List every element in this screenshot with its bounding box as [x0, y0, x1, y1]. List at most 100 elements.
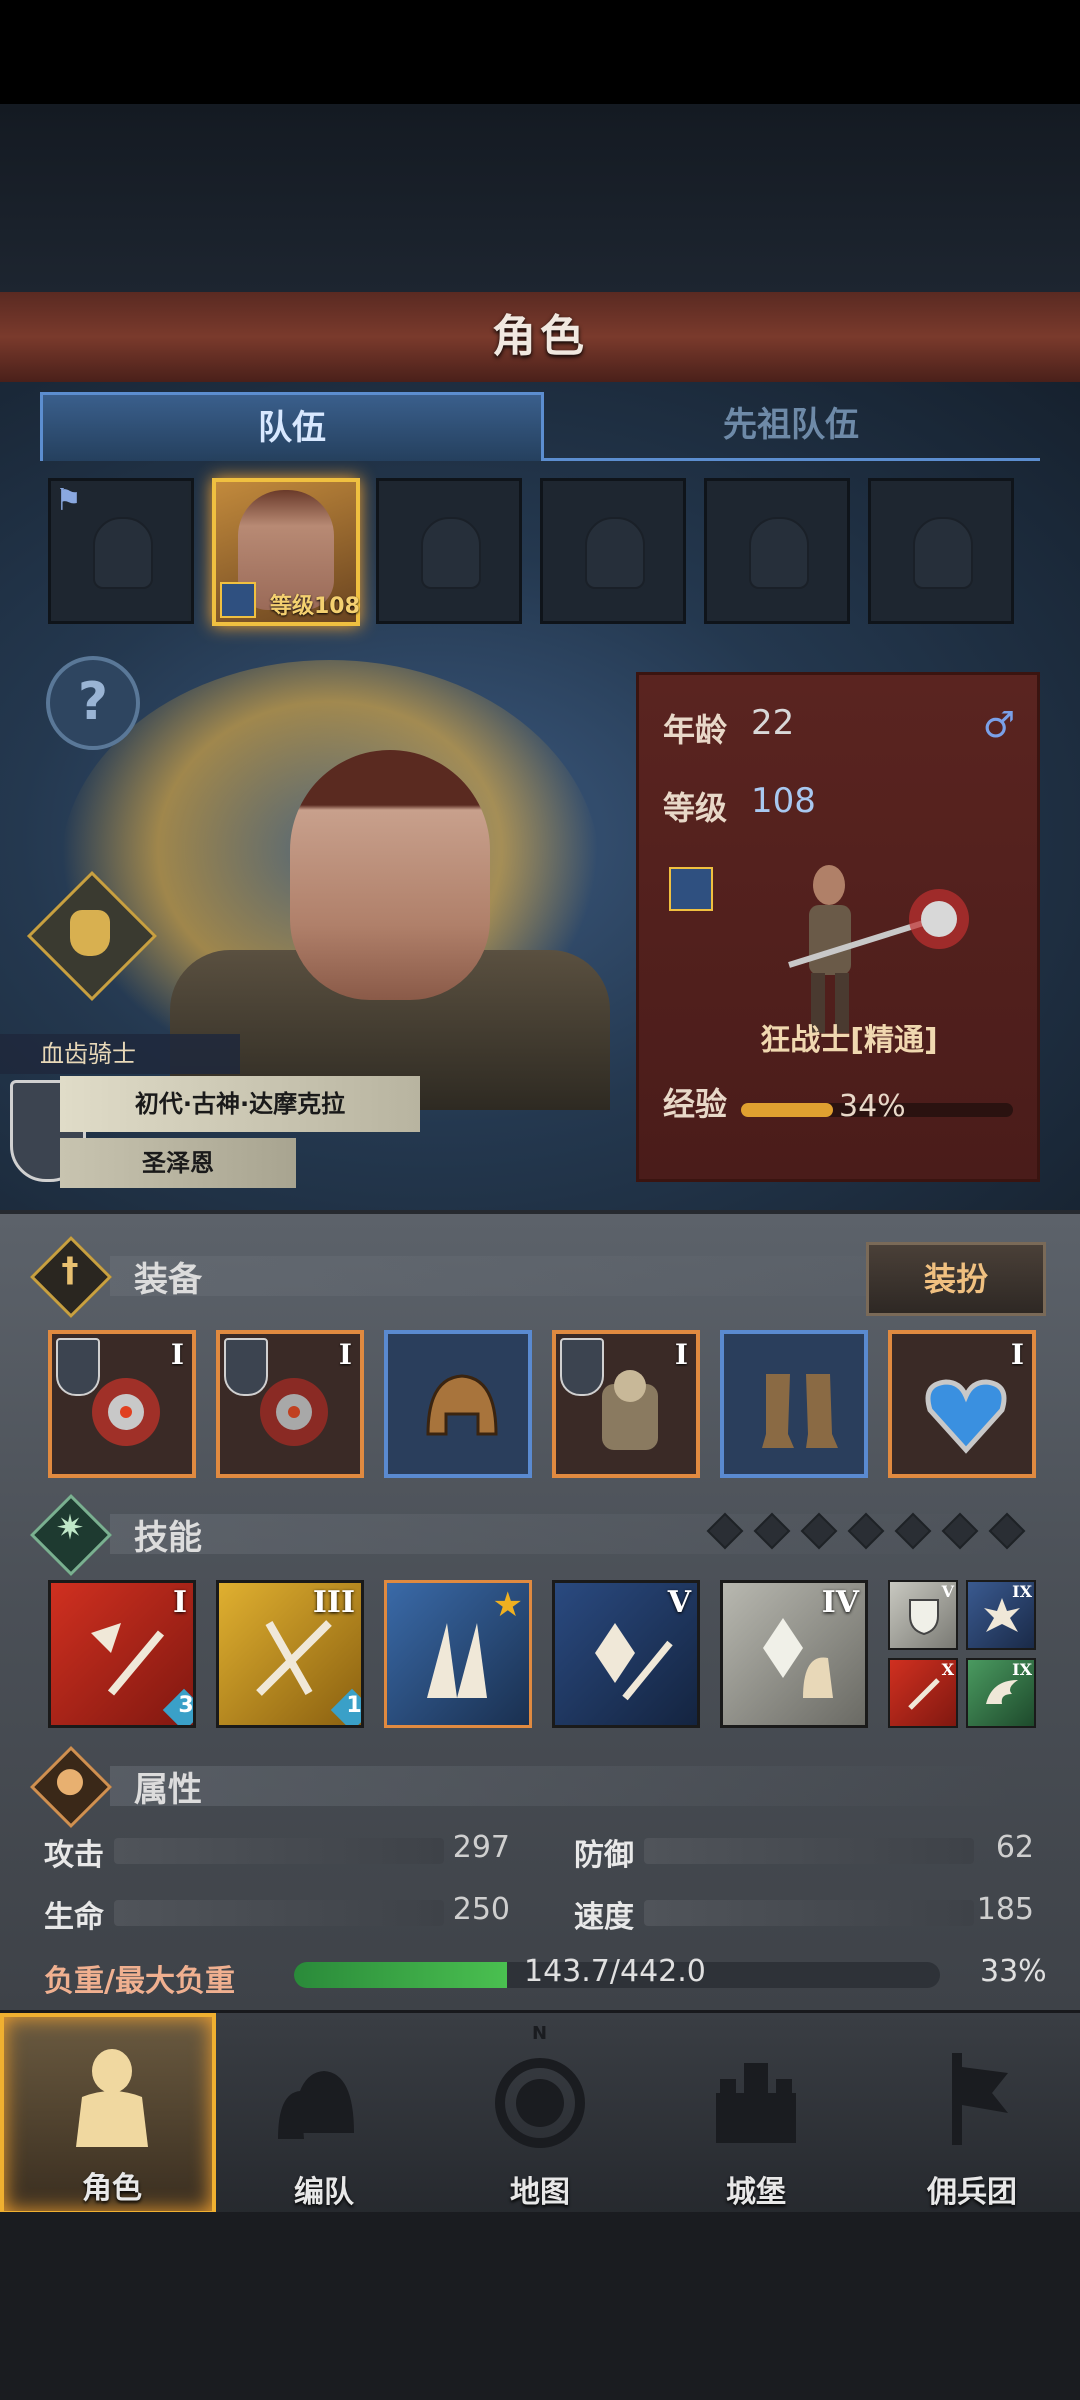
- male-icon: ♂: [982, 705, 1015, 746]
- item-tier: I: [1010, 1338, 1024, 1371]
- tab-team[interactable]: 队伍: [40, 392, 544, 461]
- guild-shield-icon: [224, 1338, 268, 1396]
- leather-helmet-icon: [426, 1374, 498, 1436]
- skill-slot-dot: [894, 1512, 932, 1550]
- team-slots: ⚑ 等级108: [48, 478, 1032, 626]
- skill-slot-dot: [847, 1512, 885, 1550]
- bottom-background: [0, 2212, 1080, 2400]
- team-slot-empty[interactable]: [376, 478, 522, 624]
- compass-icon: [495, 2058, 585, 2148]
- hp-value: 250: [452, 1892, 510, 1927]
- skill-slot-5[interactable]: IV: [720, 1580, 868, 1728]
- stat-row-1: 攻击 297 防御 62: [44, 1824, 1034, 1874]
- skill-slot-4[interactable]: V: [552, 1580, 700, 1728]
- potion-jar-icon: [70, 910, 110, 956]
- team-slot-empty[interactable]: ⚑: [48, 478, 194, 624]
- skills-title: 技能: [134, 1518, 202, 1558]
- skill-tier: V: [941, 1582, 954, 1601]
- crystal-sword-icon: [595, 1623, 673, 1701]
- stat-attack: 攻击 297: [44, 1824, 510, 1874]
- empty-helmet-icon: [421, 517, 481, 589]
- equip-slot-weapon-off[interactable]: I: [216, 1330, 364, 1478]
- skill-slot-dot: [706, 1512, 744, 1550]
- load-percent: 33%: [980, 1954, 1047, 1989]
- team-slot-empty[interactable]: [540, 478, 686, 624]
- level-label: 等级: [663, 789, 728, 827]
- hero-info-card: 年龄 22 ♂ 等级 108 狂战士[精通] 经验 34%: [636, 672, 1040, 1182]
- crossed-blades-icon: [256, 1620, 332, 1696]
- stat-defense: 防御 62: [574, 1824, 1034, 1874]
- class-name: 狂战士[精通]: [760, 1023, 938, 1058]
- skill-slot-2[interactable]: III 1: [216, 1580, 364, 1728]
- skill-badge-count: 1: [346, 1693, 362, 1718]
- equip-slot-armor[interactable]: I: [552, 1330, 700, 1478]
- skill-slot-indicators: [706, 1512, 1042, 1550]
- defense-label: 防御: [574, 1838, 634, 1873]
- stat-speed: 速度 185: [574, 1886, 1034, 1936]
- nav-mercenary[interactable]: 佣兵团: [864, 2013, 1080, 2215]
- attributes-header: ● 属性: [29, 1745, 1050, 1829]
- skill-slot-dot: [753, 1512, 791, 1550]
- item-tier: I: [338, 1338, 352, 1371]
- nav-formation[interactable]: 编队: [216, 2013, 432, 2215]
- team-slot-empty[interactable]: [704, 478, 850, 624]
- empty-helmet-icon: [93, 517, 153, 589]
- nav-castle[interactable]: 城堡: [648, 2013, 864, 2215]
- claw-strike-icon: [427, 1623, 487, 1698]
- exp-percent: 34%: [839, 1089, 906, 1124]
- item-tier: I: [674, 1338, 688, 1371]
- load-label: 负重/最大负重: [44, 1964, 235, 1999]
- attack-label: 攻击: [44, 1838, 104, 1873]
- team-slot-empty[interactable]: [868, 478, 1014, 624]
- skill-tier: IV: [821, 1585, 859, 1620]
- team-tabs: 队伍 先祖队伍: [40, 392, 1040, 462]
- load-bar-fill: [294, 1962, 508, 1988]
- screen: 角色 队伍 先祖队伍 ⚑ 等级108 ? 血齿骑士 初代·古神·达摩克拉 圣泽恩…: [0, 0, 1080, 2400]
- hero-figure: [170, 720, 610, 1110]
- equip-slot-helmet[interactable]: [384, 1330, 532, 1478]
- leather-boots-icon: [762, 1374, 838, 1448]
- faction-tag: 血齿骑士: [0, 1034, 240, 1074]
- skill-slot-3[interactable]: ★: [384, 1580, 532, 1728]
- question-icon: ?: [77, 672, 109, 732]
- dress-up-button[interactable]: 装扮: [866, 1242, 1046, 1316]
- speed-value: 185: [976, 1892, 1034, 1927]
- bottom-nav: 角色 编队 N 地图 城堡 佣兵团: [0, 2010, 1080, 2215]
- exp-label: 经验: [663, 1085, 728, 1123]
- nav-character[interactable]: 角色: [0, 2013, 216, 2215]
- empty-helmet-icon: [913, 517, 973, 589]
- nav-map[interactable]: N 地图: [432, 2013, 648, 2215]
- empty-helmet-icon: [749, 517, 809, 589]
- age-value: 22: [751, 703, 795, 743]
- empty-helmet-icon: [585, 517, 645, 589]
- class-sword-icon[interactable]: [669, 867, 713, 911]
- nav-label: 城堡: [726, 2175, 786, 2210]
- nav-label: 佣兵团: [927, 2175, 1017, 2210]
- guild-banner: 圣泽恩: [60, 1138, 296, 1188]
- skill-slot-dot: [988, 1512, 1026, 1550]
- load-value: 143.7/442.0: [524, 1954, 706, 1989]
- passive-skill-1[interactable]: V: [888, 1580, 958, 1650]
- equip-slot-weapon-main[interactable]: I: [48, 1330, 196, 1478]
- knight-icon: [76, 2049, 148, 2147]
- skill-tier: III: [312, 1585, 355, 1620]
- attributes-title: 属性: [134, 1770, 202, 1810]
- equip-slot-amulet[interactable]: I: [888, 1330, 1036, 1478]
- flag-icon: ⚑: [55, 483, 82, 518]
- star-icon: ★: [492, 1585, 523, 1625]
- skill-badge-count: 3: [178, 1693, 194, 1718]
- team-slot-selected[interactable]: 等级108: [212, 478, 360, 626]
- equip-slot-boots[interactable]: [720, 1330, 868, 1478]
- level-value: 108: [751, 781, 816, 821]
- passive-skill-2[interactable]: IX: [966, 1580, 1036, 1650]
- guild-shield-icon: [560, 1338, 604, 1396]
- star-burst-icon: ✷: [55, 1508, 85, 1548]
- passive-skill-4[interactable]: IX: [966, 1658, 1036, 1728]
- nav-label: 角色: [82, 2171, 142, 2206]
- skill-tier: I: [172, 1585, 187, 1620]
- skill-slot-1[interactable]: I 3: [48, 1580, 196, 1728]
- age-label: 年龄: [663, 711, 728, 749]
- help-button[interactable]: ?: [46, 656, 140, 750]
- tab-ancestor-team[interactable]: 先祖队伍: [542, 392, 1040, 461]
- passive-skill-3[interactable]: X: [888, 1658, 958, 1728]
